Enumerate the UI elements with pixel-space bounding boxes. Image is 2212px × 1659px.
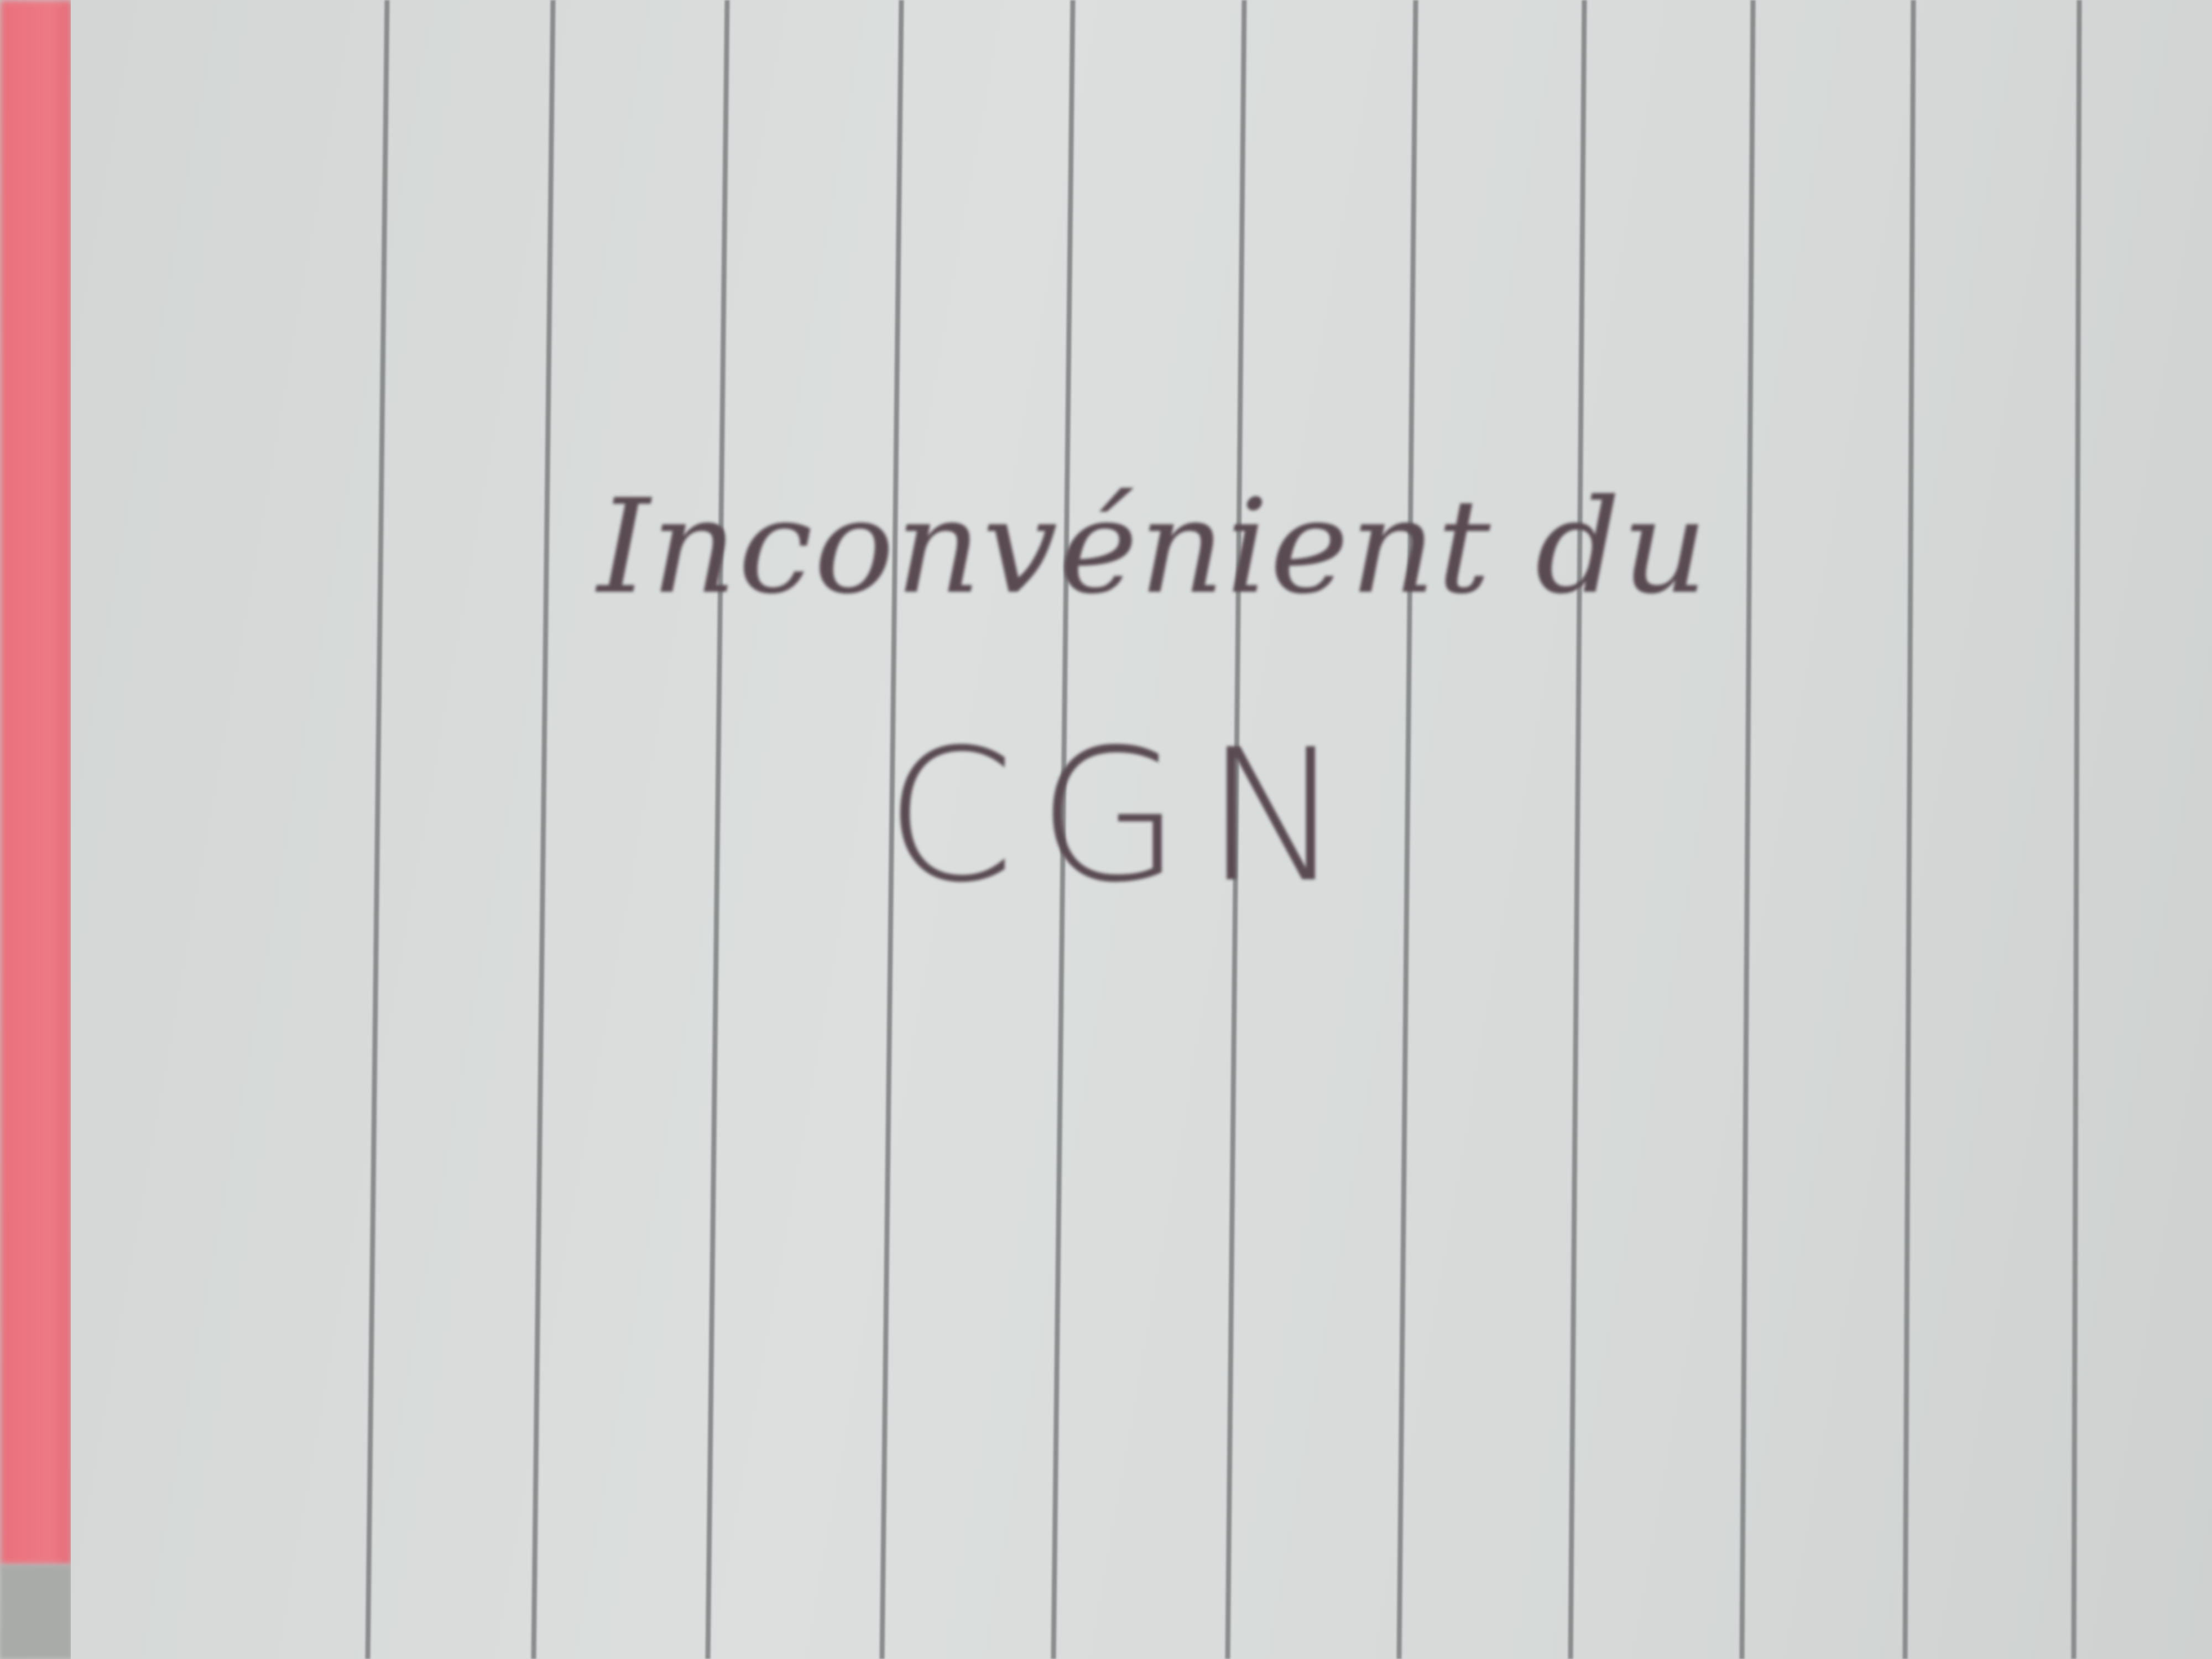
note-line-2: CGN [885,710,1366,922]
handwritten-note: Inconvénient du CGN [595,472,1709,922]
note-line-1: Inconvénient du [595,472,1709,623]
photo-of-notebook-page: Inconvénient du CGN [0,0,2212,1659]
